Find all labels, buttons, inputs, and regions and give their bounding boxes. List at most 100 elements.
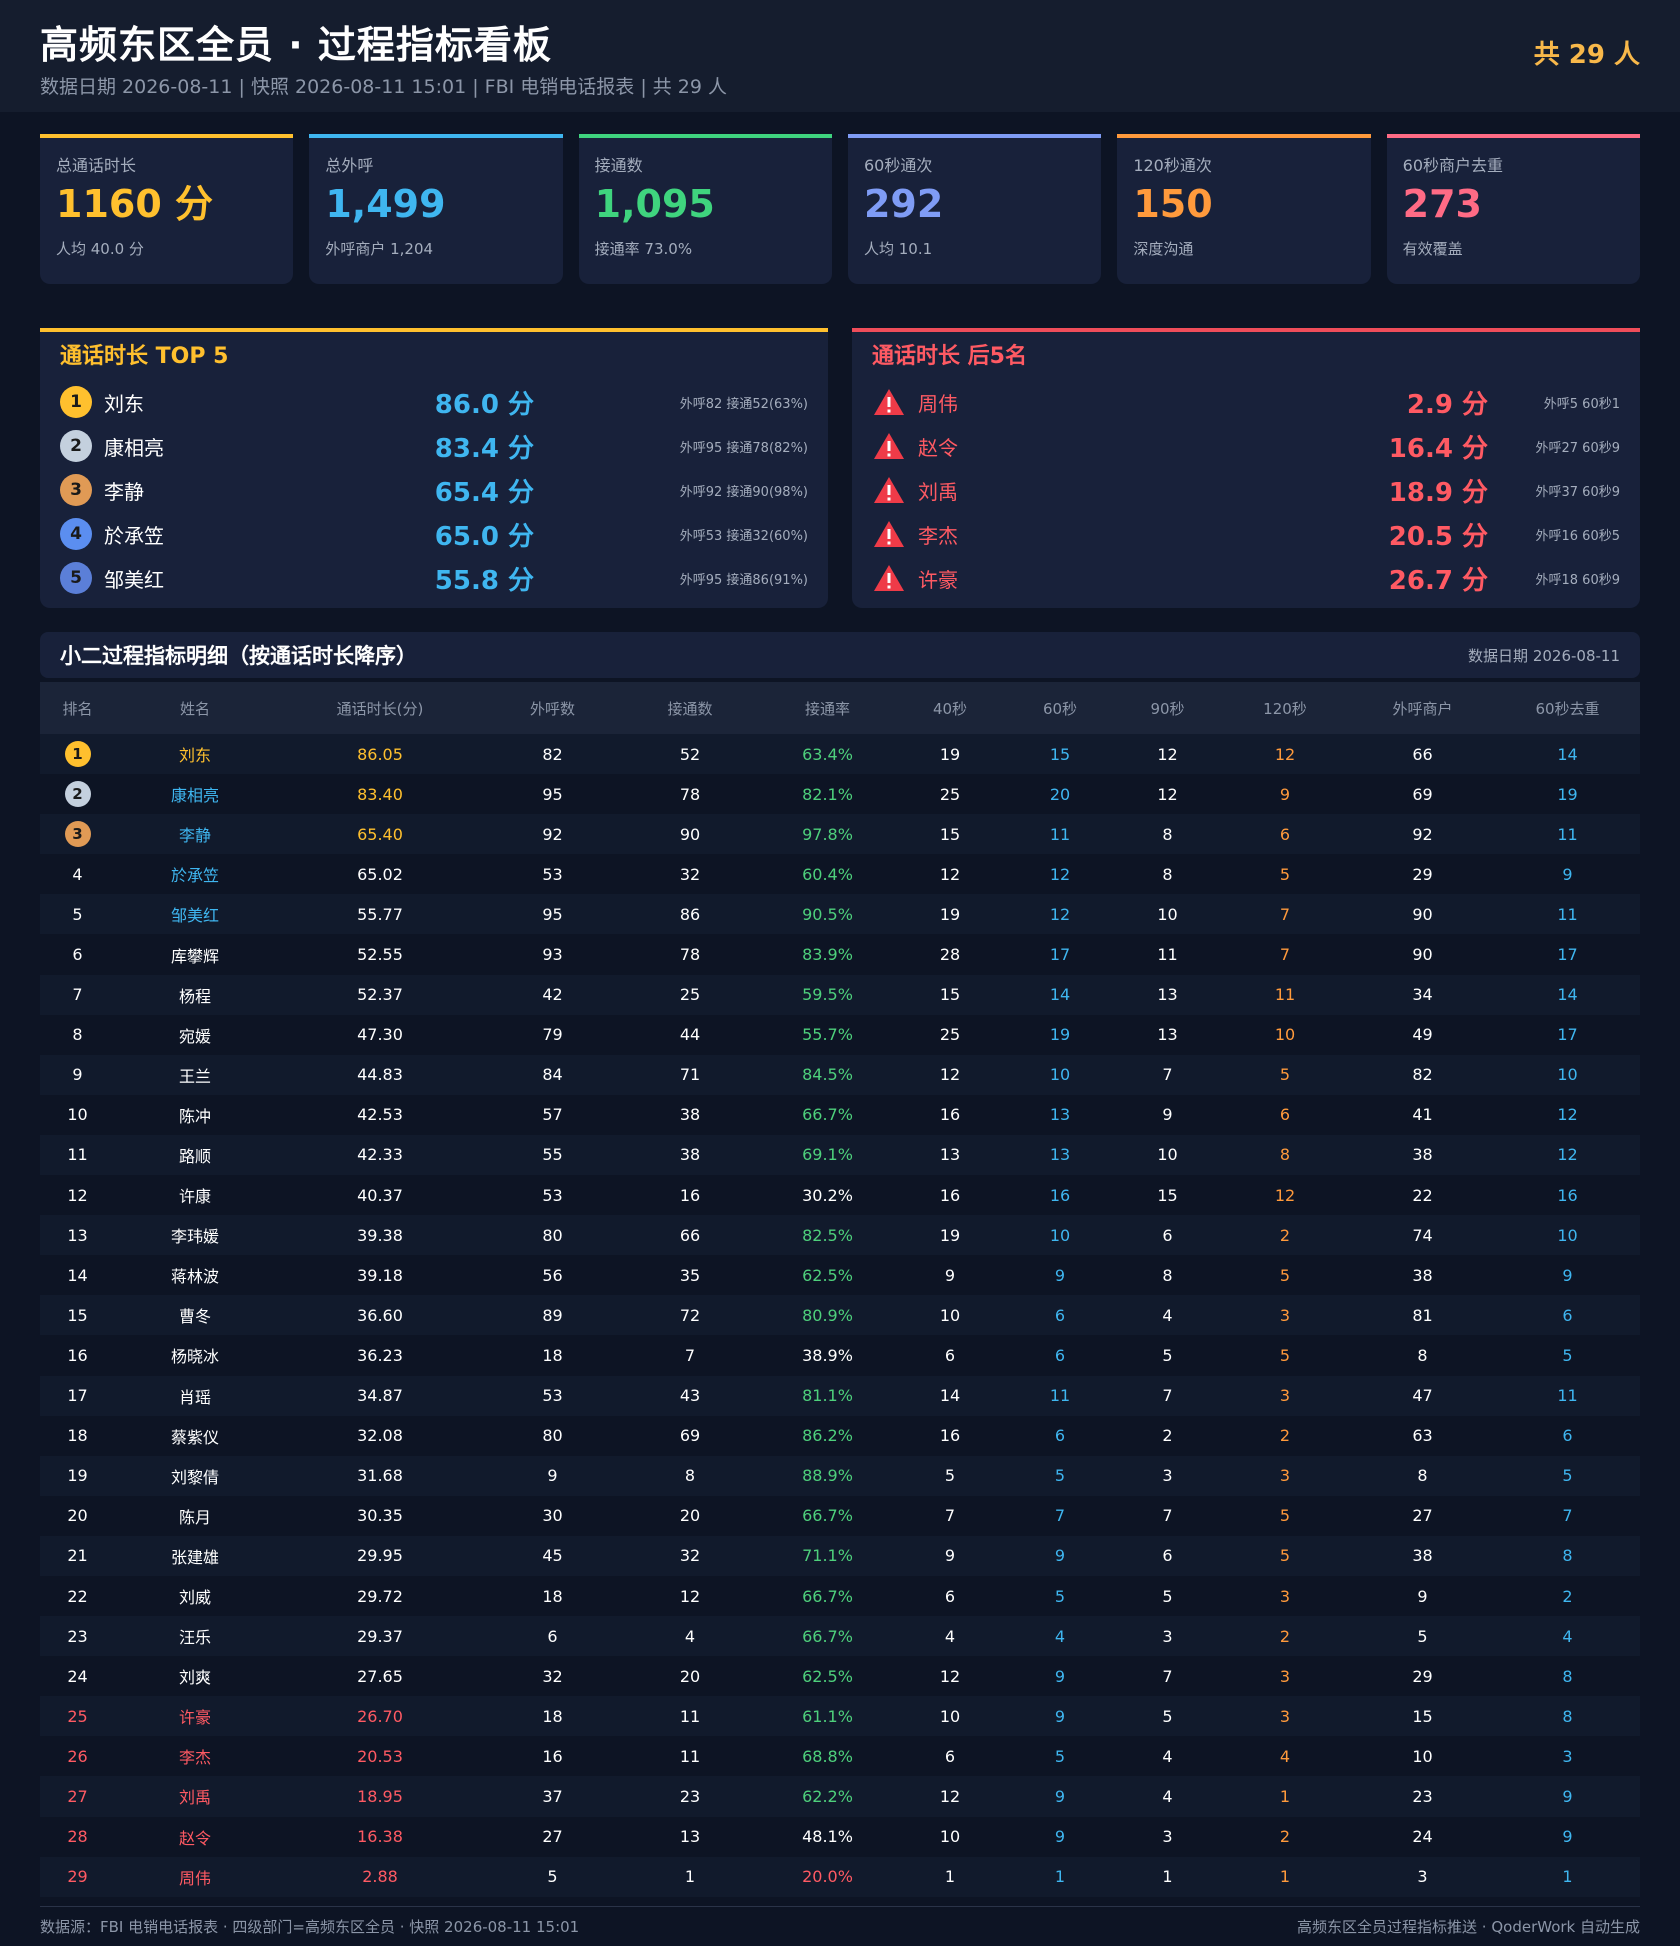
table-cell: 42.33 <box>357 1145 403 1165</box>
table-cell: 11 <box>1049 824 1071 844</box>
kpi-value: 273 <box>1402 182 1482 226</box>
table-cell: 11 <box>67 1145 88 1165</box>
table-cell: 41 <box>1412 1105 1433 1125</box>
table-row: 12 许康 40.37 53 16 30.2% 16 16 15 12 22 16 <box>40 1175 1640 1216</box>
table-cell: 6 <box>1162 1546 1173 1566</box>
bottom5-panel: 通话时长 后5名 周伟 2.9 分 外呼5 60秒1 赵令 16.4 分 外呼27 60秒… <box>852 328 1640 608</box>
table-cell: 7 <box>1162 1666 1173 1686</box>
table-cell: 5 <box>1562 1345 1573 1365</box>
detail-header: 小二过程指标明细（按通话时长降序） 数据日期 2026-08-11 <box>40 632 1640 678</box>
warning-icon <box>874 565 904 591</box>
table-cell: 5 <box>1054 1466 1066 1486</box>
table-cell: 38 <box>1412 1145 1433 1165</box>
column-header: 接通数 <box>667 699 713 718</box>
duration-value: 86.0 分 <box>434 389 534 420</box>
table-cell: 16 <box>542 1746 563 1766</box>
table-cell: 7 <box>1162 1506 1173 1526</box>
table-cell: 3 <box>1562 1746 1573 1766</box>
table-cell: 22 <box>1412 1185 1433 1205</box>
column-header: 通话时长(分) <box>336 699 424 718</box>
table-cell: 蔡紫仪 <box>170 1427 219 1447</box>
table-cell: 55.7% <box>802 1025 853 1045</box>
table-cell: 30 <box>542 1506 563 1526</box>
table-cell: 72 <box>679 1305 701 1325</box>
table-cell: 7 <box>944 1506 956 1526</box>
table-cell: 15 <box>1157 1185 1178 1205</box>
table-cell: 王兰 <box>178 1066 211 1086</box>
table-cell: 12 <box>1049 864 1071 884</box>
table-cell: 18 <box>67 1426 88 1446</box>
table-cell: 13 <box>1049 1105 1071 1125</box>
detail-date: 数据日期 2026-08-11 <box>1468 646 1620 665</box>
footer-generator: 高频东区全员过程指标推送 · QoderWork 自动生成 <box>1297 1918 1640 1936</box>
table-cell: 6 <box>1054 1426 1066 1446</box>
top5-item: 3 李静 65.4 分 外呼92 接通90(98%) <box>60 468 808 512</box>
table-cell: 5 <box>1162 1586 1173 1606</box>
table-cell: 10 <box>1557 1225 1578 1245</box>
table-cell: 9 <box>72 1065 83 1085</box>
table-cell: 7 <box>1162 1065 1173 1085</box>
table-cell: 25 <box>679 985 701 1005</box>
table-cell: 10 <box>1157 1145 1178 1165</box>
table-cell: 26.70 <box>357 1706 403 1726</box>
table-cell: 3 <box>1279 1706 1291 1726</box>
table-body: 1 刘东 86.05 82 52 63.4% 19 15 12 12 66 14 2 康相亮 83.40 95… <box>40 734 1640 1897</box>
total-count: 共 29 人 <box>1533 40 1640 70</box>
table-cell: 40.37 <box>357 1185 403 1205</box>
bottom5-item: 李杰 20.5 分 外呼16 60秒5 <box>872 512 1620 556</box>
table-row: 5 邹美红 55.77 95 86 90.5% 19 12 10 7 90 11 <box>40 894 1640 935</box>
table-cell: 陈冲 <box>178 1106 211 1126</box>
table-cell: 13 <box>67 1225 88 1245</box>
table-cell: 宛媛 <box>178 1026 211 1046</box>
rank-badge: 3 <box>64 821 91 848</box>
table-cell: 32 <box>679 1546 701 1566</box>
table-cell: 66 <box>1412 744 1433 764</box>
table-cell: 刘东 <box>178 746 211 766</box>
table-cell: 库攀辉 <box>170 946 219 966</box>
table-cell: 10 <box>939 1305 961 1325</box>
table-cell: 赵令 <box>178 1828 211 1848</box>
table-cell: 15 <box>1049 744 1071 764</box>
table-cell: 邹美红 <box>170 906 219 926</box>
call-stats: 外呼92 接通90(98%) <box>679 484 808 500</box>
table-cell: 9 <box>547 1466 558 1486</box>
table-cell: 4 <box>684 1626 696 1646</box>
table-cell: 刘爽 <box>178 1668 211 1688</box>
table-cell: 10 <box>1157 904 1178 924</box>
duration-value: 20.5 分 <box>1388 521 1488 552</box>
table-cell: 5 <box>1162 1706 1173 1726</box>
table-row: 24 刘爽 27.65 32 20 62.5% 12 9 7 3 29 8 <box>40 1656 1640 1697</box>
table-cell: 9 <box>1279 784 1291 804</box>
table-cell: 79 <box>542 1025 563 1045</box>
table-cell: 13 <box>1157 985 1178 1005</box>
table-cell: 2 <box>1279 1225 1291 1245</box>
table-cell: 88.9% <box>802 1466 853 1486</box>
duration-value: 2.9 分 <box>1406 389 1488 420</box>
table-cell: 62.5% <box>802 1666 853 1686</box>
bottom5-title: 通话时长 后5名 <box>872 344 1027 369</box>
table-cell: 63 <box>1412 1426 1433 1446</box>
warning-icon <box>874 389 904 415</box>
table-cell: 53 <box>542 864 563 884</box>
table-cell: 71 <box>679 1065 701 1085</box>
table-cell: 47 <box>1412 1386 1433 1406</box>
table-cell: 24 <box>1412 1827 1433 1847</box>
table-cell: 2 <box>40 774 115 814</box>
table-cell: 12 <box>1049 904 1071 924</box>
table-cell: 杨程 <box>178 986 211 1006</box>
table-cell: 汪乐 <box>178 1628 211 1648</box>
table-cell: 80 <box>542 1225 563 1245</box>
table-row: 22 刘威 29.72 18 12 66.7% 6 5 5 3 9 2 <box>40 1575 1640 1617</box>
rank-badge: 2 <box>60 430 92 462</box>
table-cell: 82 <box>542 744 563 764</box>
table-cell: 65.40 <box>357 824 403 844</box>
table-cell: 14 <box>1557 744 1578 764</box>
kpi-card: 120秒通次 150 深度沟通 <box>1117 134 1371 284</box>
table-cell: 周伟 <box>178 1868 211 1888</box>
table-cell: 3 <box>1417 1867 1428 1887</box>
kpi-value: 292 <box>863 182 944 226</box>
table-cell: 32.08 <box>357 1426 403 1446</box>
table-cell: 62.5% <box>802 1265 853 1285</box>
page-title: 高频东区全员 · 过程指标看板 <box>40 23 552 67</box>
table-cell: 62.2% <box>802 1786 853 1806</box>
